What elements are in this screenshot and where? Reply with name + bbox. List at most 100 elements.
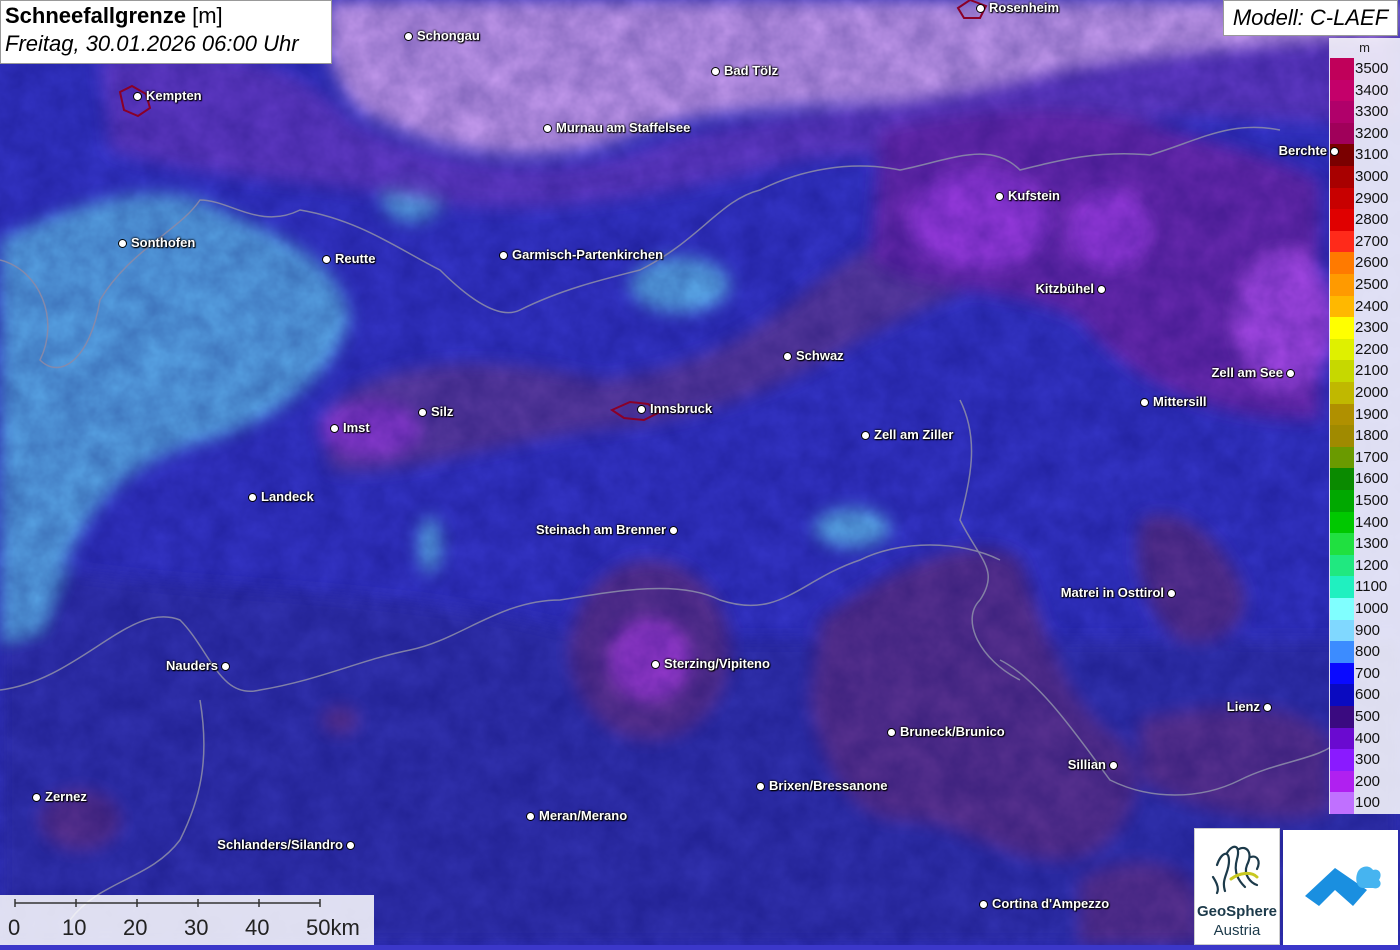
city-label[interactable]: Bruneck/Brunico [900, 725, 1005, 739]
city-label[interactable]: Kempten [146, 89, 202, 103]
legend-swatch [1330, 360, 1354, 382]
city-label[interactable]: Schwaz [796, 349, 844, 363]
legend-row: 1600 [1329, 468, 1400, 490]
weather-app-logo[interactable] [1283, 830, 1398, 945]
legend-swatch [1330, 209, 1354, 231]
legend-swatch [1330, 317, 1354, 339]
city-marker-icon [1286, 369, 1295, 378]
city-label[interactable]: Landeck [261, 490, 314, 504]
legend-label: 1300 [1355, 535, 1389, 553]
legend-row: 3300 [1329, 101, 1400, 123]
legend-label: 3200 [1355, 124, 1389, 142]
city-label[interactable]: Berchte [1279, 144, 1327, 158]
city-marker-icon [995, 192, 1004, 201]
city-label[interactable]: Cortina d'Ampezzo [992, 897, 1109, 911]
city-label[interactable]: Schongau [417, 29, 480, 43]
legend-row: 2800 [1329, 209, 1400, 231]
city-marker-icon [118, 239, 127, 248]
city-label[interactable]: Mittersill [1153, 395, 1206, 409]
legend-row: 600 [1329, 684, 1400, 706]
city-label[interactable]: Lienz [1227, 700, 1260, 714]
city-label[interactable]: Garmisch-Partenkirchen [512, 248, 663, 262]
city-label[interactable]: Schlanders/Silandro [217, 838, 343, 852]
legend-row: 3000 [1329, 166, 1400, 188]
city-label[interactable]: Zernez [45, 790, 87, 804]
legend-label: 1400 [1355, 513, 1389, 531]
legend-label: 900 [1355, 621, 1381, 639]
legend-label: 2700 [1355, 232, 1389, 250]
legend-label: 2600 [1355, 254, 1389, 272]
legend-row: 2300 [1329, 317, 1400, 339]
scale-label-50km: 50km [306, 915, 360, 940]
legend-row: 1100 [1329, 576, 1400, 598]
city-label[interactable]: Zell am Ziller [874, 428, 953, 442]
legend-row: 2900 [1329, 187, 1400, 210]
geosphere-logo[interactable]: GeoSphere Austria [1194, 828, 1280, 945]
city-label[interactable]: Imst [343, 421, 370, 435]
title-box: Schneefallgrenze [m] Freitag, 30.01.2026… [0, 0, 332, 64]
legend-row: 2400 [1329, 295, 1400, 318]
legend-label: 1700 [1355, 448, 1389, 466]
legend-swatch [1330, 252, 1354, 274]
city-label[interactable]: Kitzbühel [1036, 282, 1095, 296]
city-label[interactable]: Nauders [166, 659, 218, 673]
city-label[interactable]: Bad Tölz [724, 64, 778, 78]
city-marker-icon [526, 812, 535, 821]
legend-row: 3400 [1329, 79, 1400, 102]
legend-row: 3500 [1329, 58, 1400, 80]
legend-label: 400 [1355, 729, 1381, 747]
city-marker-icon [887, 728, 896, 737]
city-label[interactable]: Reutte [335, 252, 375, 266]
city-label[interactable]: Kufstein [1008, 189, 1060, 203]
legend-label: 3400 [1355, 81, 1389, 99]
city-label[interactable]: Zell am See [1211, 366, 1283, 380]
legend-row: 300 [1329, 749, 1400, 771]
city-label[interactable]: Sterzing/Vipiteno [664, 657, 770, 671]
legend-row: 1700 [1329, 446, 1400, 469]
city-label[interactable]: Steinach am Brenner [536, 523, 666, 537]
city-label[interactable]: Murnau am Staffelsee [556, 121, 690, 135]
legend-row: 1800 [1329, 425, 1400, 447]
legend-swatch [1330, 122, 1354, 145]
legend-label: 1500 [1355, 492, 1389, 509]
legend-row: 2200 [1329, 338, 1400, 361]
city-label[interactable]: Meran/Merano [539, 809, 627, 823]
geosphere-country: Austria [1213, 922, 1261, 939]
legend-swatch [1330, 101, 1354, 123]
city-marker-icon [1140, 398, 1149, 407]
city-label[interactable]: Sillian [1068, 758, 1106, 772]
legend-label: 200 [1355, 772, 1381, 790]
legend-label: 1900 [1355, 405, 1389, 423]
legend-swatch [1330, 468, 1354, 490]
legend-label: 2300 [1355, 319, 1389, 337]
city-label[interactable]: Brixen/Bressanone [769, 779, 888, 793]
city-marker-icon [32, 793, 41, 802]
color-legend: m 3500 3400 3300 3200 3100 3000 2900 2800 2700 26… [1329, 38, 1400, 814]
city-marker-icon [330, 424, 339, 433]
legend-label: 2100 [1355, 362, 1389, 380]
city-marker-icon [322, 255, 331, 264]
legend-row: 100 [1329, 792, 1400, 814]
legend-row: 2500 [1329, 274, 1400, 296]
city-label[interactable]: Innsbruck [650, 402, 712, 416]
legend-row: 1400 [1329, 511, 1400, 534]
legend-swatch [1330, 619, 1354, 642]
city-label[interactable]: Silz [431, 405, 453, 419]
snowline-map[interactable] [0, 0, 1400, 945]
legend-row: 500 [1329, 706, 1400, 728]
city-label[interactable]: Matrei in Osttirol [1061, 586, 1164, 600]
legend-swatch [1330, 554, 1354, 577]
legend-swatch [1330, 770, 1354, 793]
legend-label: 2800 [1355, 211, 1389, 229]
legend-label: 800 [1355, 643, 1381, 661]
scale-label-0: 0 [8, 915, 21, 940]
legend-row: 3100 [1329, 144, 1400, 166]
legend-swatch [1330, 641, 1354, 663]
legend-label: 100 [1355, 794, 1381, 812]
map-title-bold: Schneefallgrenze [5, 3, 186, 28]
city-label[interactable]: Rosenheim [989, 1, 1059, 15]
legend-row: 400 [1329, 727, 1400, 750]
city-marker-icon [1109, 761, 1118, 770]
legend-swatch [1330, 576, 1354, 598]
city-label[interactable]: Sonthofen [131, 236, 195, 250]
